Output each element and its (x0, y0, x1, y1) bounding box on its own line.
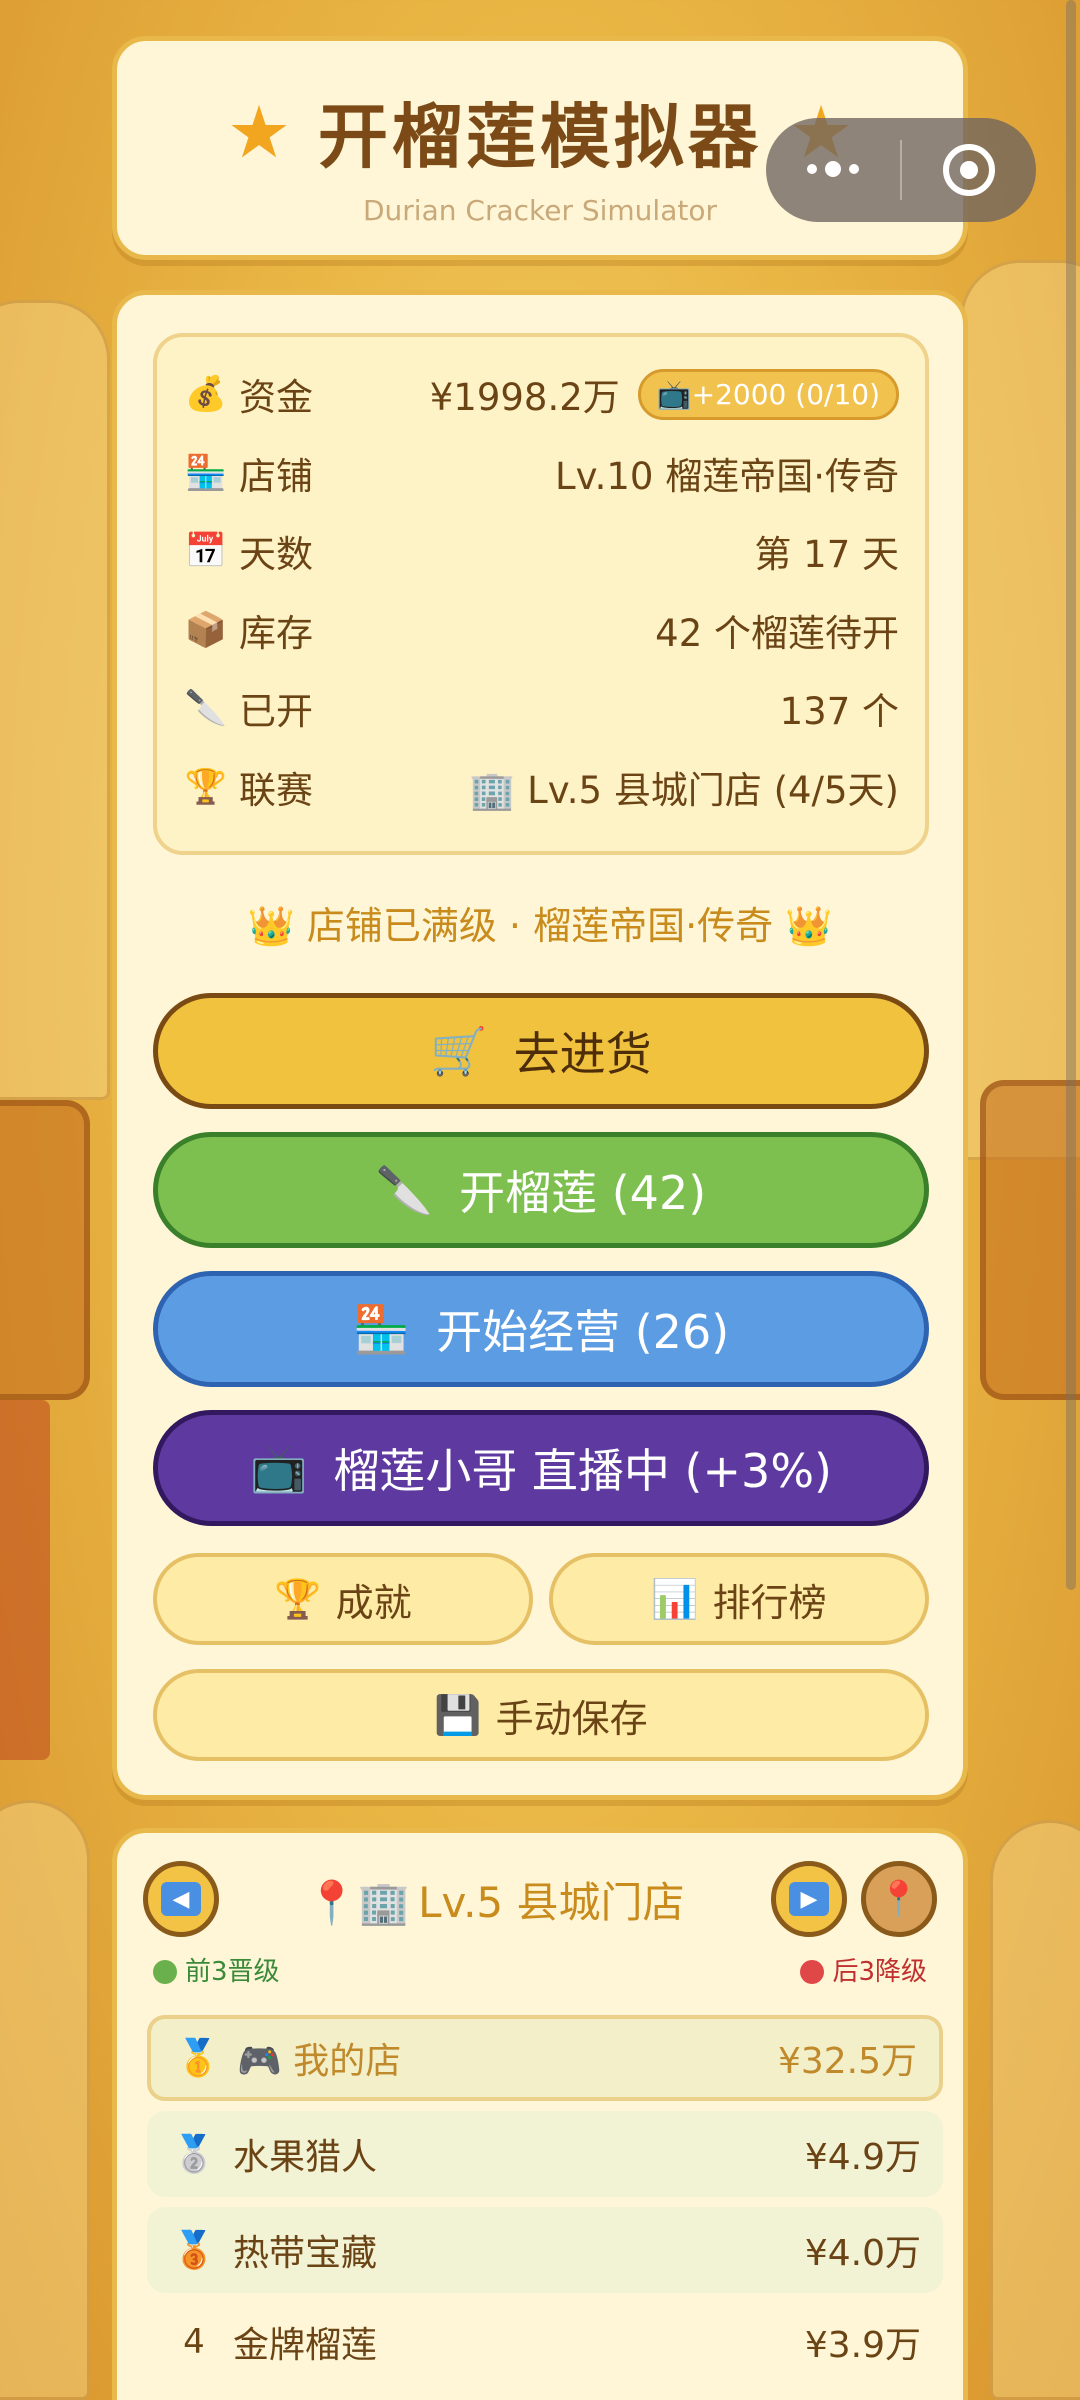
more-dots-icon[interactable] (766, 160, 900, 177)
store-revenue: ¥3.9万 (804, 2325, 921, 2366)
league-row[interactable]: 🥉 热带宝藏 ¥4.0万 (147, 2207, 943, 2293)
start-business-label: 开始经营 (26) (436, 1305, 730, 1359)
open-durian-button[interactable]: 🔪 开榴莲 (42) (153, 1132, 929, 1248)
open-durian-label: 开榴莲 (42) (459, 1166, 707, 1220)
store-icon: 🏪 (184, 452, 228, 493)
stats-panel: 💰 资金 ¥1998.2万 📺+2000 (0/10) 🏪 店铺 Lv.10 榴… (153, 333, 929, 855)
silver-medal-icon: 🥈 (171, 2134, 217, 2175)
floppy-disk-icon: 💾 (434, 1692, 482, 1737)
green-dot-icon (153, 1960, 177, 1984)
league-row[interactable]: 🥈 水果猎人 ¥4.9万 (147, 2111, 943, 2197)
money-bag-icon: 💰 (184, 374, 228, 415)
stat-league: 🏆 联赛 🏢 Lv.5 县城门店 (4/5天) (183, 748, 899, 827)
store-name: 🎮 我的店 (237, 2041, 402, 2082)
miniprogram-capsule (766, 118, 1036, 222)
stat-value: Lv.10 榴莲帝国·传奇 (554, 454, 899, 498)
stat-opened: 🔪 已开 137 个 (183, 669, 899, 748)
store-name: 热带宝藏 (233, 2233, 378, 2274)
league-title: 📍🏢 Lv.5 县城门店 (219, 1869, 771, 1930)
league-notes: 前3晋级 后3降级 (153, 1951, 927, 1988)
ad-bonus-button[interactable]: 📺+2000 (0/10) (637, 368, 899, 420)
ad-bonus-label: +2000 (0/10) (691, 377, 880, 411)
calendar-icon: 📅 (184, 531, 228, 572)
store-revenue: ¥4.9万 (804, 2137, 921, 2178)
achievements-button[interactable]: 🏆 成就 (153, 1553, 533, 1645)
store-revenue: ¥32.5万 (777, 2041, 917, 2082)
restock-label: 去进货 (513, 1027, 652, 1081)
promotion-note: 前3晋级 (153, 1951, 280, 1988)
stat-value: ¥1998.2万 (429, 376, 620, 420)
restock-button[interactable]: 🛒 去进货 (153, 993, 929, 1109)
stat-inventory: 📦 库存 42 个榴莲待开 (183, 591, 899, 670)
bronze-medal-icon: 🥉 (171, 2230, 217, 2271)
league-panel: ◀ 📍🏢 Lv.5 县城门店 ▶ 📍 前3晋级 后3降级 🥇 🎮 我的店 ¥32.… (112, 1828, 968, 2400)
knife-icon: 🔪 (375, 1162, 434, 1217)
stat-label: 已开 (239, 690, 313, 734)
relegation-note-text: 后3降级 (832, 1957, 927, 1987)
right-arrow-icon: ▶ (789, 1882, 829, 1916)
tv-icon: 📺 (656, 377, 692, 411)
promotion-note-text: 前3晋级 (185, 1957, 280, 1987)
start-business-button[interactable]: 🏪 开始经营 (26) (153, 1271, 929, 1387)
bar-chart-icon: 📊 (651, 1576, 699, 1621)
rank-number: 4 (183, 2322, 205, 2362)
stat-days: 📅 天数 第 17 天 (183, 512, 899, 591)
locate-button[interactable]: 📍 (861, 1861, 937, 1937)
store-name: 金牌榴莲 (233, 2325, 378, 2366)
league-row[interactable]: 4 金牌榴莲 ¥3.9万 (147, 2299, 943, 2385)
livestream-button[interactable]: 📺 榴莲小哥 直播中 (+3%) (153, 1410, 929, 1526)
prev-league-button[interactable]: ◀ (143, 1861, 219, 1937)
next-league-button[interactable]: ▶ (771, 1861, 847, 1937)
star-icon: ★ (226, 89, 292, 174)
store-revenue: ¥4.0万 (804, 2233, 921, 2274)
stat-value: 42 个榴莲待开 (655, 611, 899, 655)
leaderboard-label: 排行榜 (712, 1580, 827, 1625)
stat-funds: 💰 资金 ¥1998.2万 📺+2000 (0/10) (183, 355, 899, 434)
achievements-label: 成就 (335, 1580, 412, 1625)
red-dot-icon (800, 1960, 825, 1984)
stat-label: 店铺 (239, 454, 313, 498)
relegation-note: 后3降级 (800, 1951, 927, 1988)
trophy-icon: 🏆 (274, 1576, 322, 1621)
tv-icon: 📺 (250, 1440, 308, 1495)
pin-icon: 📍 (877, 1879, 921, 1919)
stat-label: 联赛 (239, 768, 313, 812)
target-icon[interactable] (902, 144, 1036, 196)
stat-label: 库存 (239, 611, 313, 655)
stat-value: 🏢 Lv.5 县城门店 (4/5天) (469, 768, 899, 812)
league-title-text: Lv.5 县城门店 (418, 1877, 685, 1927)
stat-store: 🏪 店铺 Lv.10 榴莲帝国·传奇 (183, 434, 899, 513)
main-panel: 💰 资金 ¥1998.2万 📺+2000 (0/10) 🏪 店铺 Lv.10 榴… (112, 290, 968, 1800)
game-title: 开榴莲模拟器 (318, 96, 762, 178)
livestream-label: 榴莲小哥 直播中 (+3%) (333, 1444, 832, 1498)
league-row[interactable]: 🥇 🎮 我的店 ¥32.5万 (147, 2015, 943, 2101)
stat-value: 第 17 天 (754, 533, 899, 577)
knife-icon: 🔪 (184, 688, 228, 729)
stat-label: 资金 (239, 376, 313, 420)
left-arrow-icon: ◀ (161, 1882, 201, 1916)
cart-icon: 🛒 (430, 1023, 488, 1078)
stat-value: 137 个 (779, 690, 899, 734)
pin-building-icon: 📍🏢 (305, 1877, 411, 1927)
scrollbar[interactable] (1066, 0, 1076, 1590)
box-icon: 📦 (184, 609, 228, 650)
gold-medal-icon: 🥇 (175, 2038, 221, 2079)
store-name: 水果猎人 (233, 2137, 378, 2178)
stat-label: 天数 (239, 533, 313, 577)
manual-save-button[interactable]: 💾 手动保存 (153, 1669, 929, 1761)
leaderboard-button[interactable]: 📊 排行榜 (549, 1553, 929, 1645)
store-icon: 🏪 (352, 1301, 411, 1356)
trophy-icon: 🏆 (184, 766, 228, 807)
manual-save-label: 手动保存 (495, 1696, 648, 1741)
max-level-banner: 👑 店铺已满级 · 榴莲帝国·传奇 👑 (247, 904, 833, 948)
